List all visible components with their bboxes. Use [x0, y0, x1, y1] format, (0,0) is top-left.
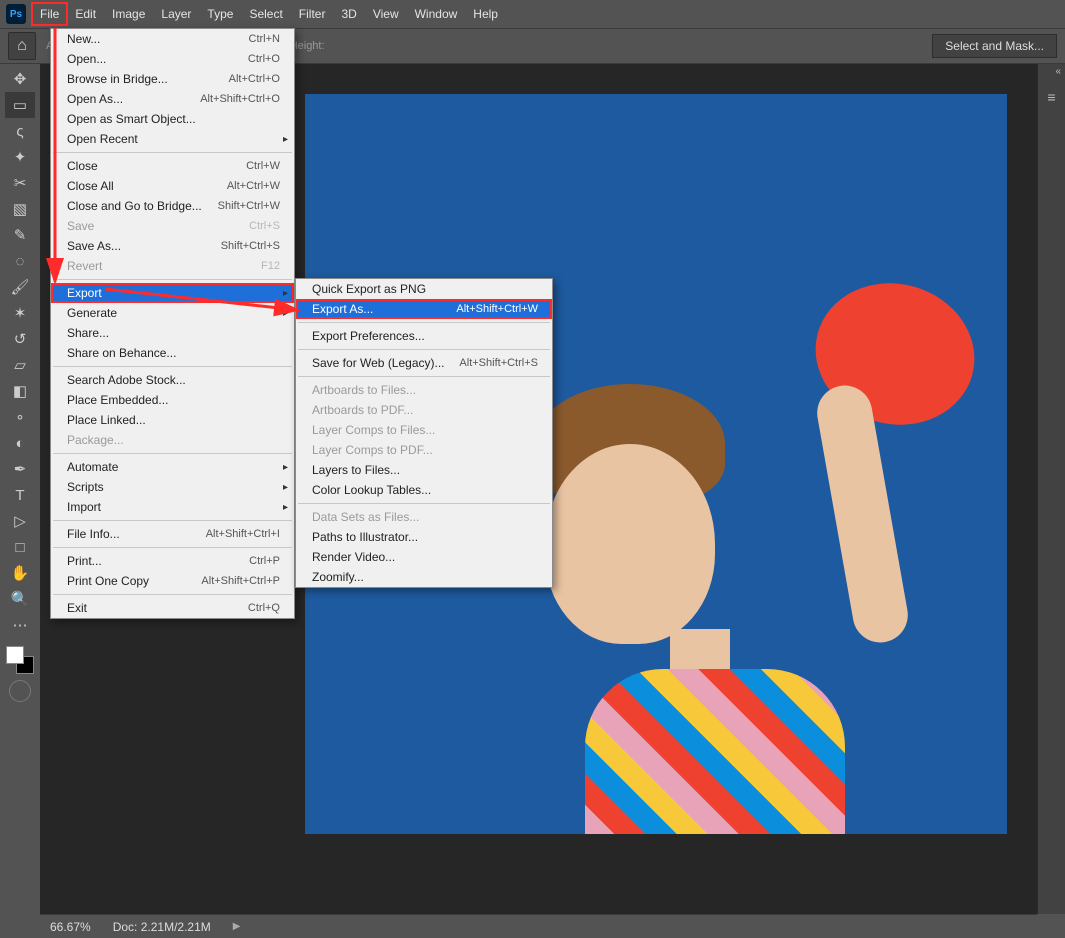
tool-brush[interactable]: 🖌: [5, 274, 35, 300]
tool-magic-wand[interactable]: ✦: [5, 144, 35, 170]
export-menu-item-data-sets-as-files: Data Sets as Files...: [296, 507, 552, 527]
file-menu-item-revert: RevertF12: [51, 256, 294, 276]
file-menu-item-import[interactable]: Import: [51, 497, 294, 517]
tool-gradient[interactable]: ◧: [5, 378, 35, 404]
file-menu-item-export[interactable]: Export: [51, 283, 294, 303]
color-swatches[interactable]: [6, 646, 34, 674]
tool-frame[interactable]: ▧: [5, 196, 35, 222]
right-panel-collapsed: « ≡: [1037, 64, 1065, 914]
export-menu-item-artboards-to-files: Artboards to Files...: [296, 380, 552, 400]
file-menu-item-automate[interactable]: Automate: [51, 457, 294, 477]
file-menu-item-print[interactable]: Print...Ctrl+P: [51, 551, 294, 571]
file-menu-item-search-adobe-stock[interactable]: Search Adobe Stock...: [51, 370, 294, 390]
file-menu-item-save: SaveCtrl+S: [51, 216, 294, 236]
export-menu-item-export-preferences[interactable]: Export Preferences...: [296, 326, 552, 346]
file-menu-item-package: Package...: [51, 430, 294, 450]
file-menu-item-share-on-behance[interactable]: Share on Behance...: [51, 343, 294, 363]
export-menu-item-quick-export-as-png[interactable]: Quick Export as PNG: [296, 279, 552, 299]
menu-filter[interactable]: Filter: [291, 3, 334, 25]
select-and-mask-button[interactable]: Select and Mask...: [932, 34, 1057, 58]
tools-panel: ✥▭ς✦✂▧✎◌🖌✶↺▱◧∘◐✒T▷□✋🔍⋯: [0, 64, 40, 704]
export-submenu: Quick Export as PNGExport As...Alt+Shift…: [295, 278, 553, 588]
tool-path-select[interactable]: ▷: [5, 508, 35, 534]
menu-3d[interactable]: 3D: [333, 3, 364, 25]
tool-spot-heal[interactable]: ◌: [5, 248, 35, 274]
export-menu-item-save-for-web-legacy[interactable]: Save for Web (Legacy)...Alt+Shift+Ctrl+S: [296, 353, 552, 373]
file-menu-item-print-one-copy[interactable]: Print One CopyAlt+Shift+Ctrl+P: [51, 571, 294, 591]
menu-file[interactable]: File: [32, 3, 67, 25]
export-menu-item-export-as[interactable]: Export As...Alt+Shift+Ctrl+W: [296, 299, 552, 319]
export-menu-item-layers-to-files[interactable]: Layers to Files...: [296, 460, 552, 480]
status-bar: 66.67% Doc: 2.21M/2.21M ▶: [40, 914, 1037, 938]
file-menu-item-browse-in-bridge[interactable]: Browse in Bridge...Alt+Ctrl+O: [51, 69, 294, 89]
tool-hand[interactable]: ✋: [5, 560, 35, 586]
file-menu-item-save-as[interactable]: Save As...Shift+Ctrl+S: [51, 236, 294, 256]
tool-eyedropper[interactable]: ✎: [5, 222, 35, 248]
tool-move[interactable]: ✥: [5, 66, 35, 92]
menu-image[interactable]: Image: [104, 3, 153, 25]
app-logo: Ps: [6, 4, 26, 24]
zoom-level[interactable]: 66.67%: [50, 920, 91, 934]
tool-rectangle[interactable]: □: [5, 534, 35, 560]
menu-select[interactable]: Select: [241, 3, 290, 25]
panel-icon[interactable]: ≡: [1038, 89, 1065, 105]
tool-type[interactable]: T: [5, 482, 35, 508]
tool-rect-marquee[interactable]: ▭: [5, 92, 35, 118]
file-menu-item-open[interactable]: Open...Ctrl+O: [51, 49, 294, 69]
tool-pen[interactable]: ✒: [5, 456, 35, 482]
doc-size: Doc: 2.21M/2.21M: [113, 920, 211, 934]
export-menu-item-color-lookup-tables[interactable]: Color Lookup Tables...: [296, 480, 552, 500]
menu-bar: Ps FileEditImageLayerTypeSelectFilter3DV…: [0, 0, 1065, 28]
export-menu-item-render-video[interactable]: Render Video...: [296, 547, 552, 567]
export-menu-item-layer-comps-to-pdf: Layer Comps to PDF...: [296, 440, 552, 460]
tool-blur[interactable]: ∘: [5, 404, 35, 430]
edit-mode-toggle[interactable]: [9, 680, 31, 702]
file-menu-item-close[interactable]: CloseCtrl+W: [51, 156, 294, 176]
menu-layer[interactable]: Layer: [153, 3, 199, 25]
file-menu-item-open-recent[interactable]: Open Recent: [51, 129, 294, 149]
export-menu-item-zoomify[interactable]: Zoomify...: [296, 567, 552, 587]
file-menu-item-scripts[interactable]: Scripts: [51, 477, 294, 497]
file-menu-dropdown: New...Ctrl+NOpen...Ctrl+OBrowse in Bridg…: [50, 28, 295, 619]
file-menu-item-place-embedded[interactable]: Place Embedded...: [51, 390, 294, 410]
file-menu-item-generate[interactable]: Generate: [51, 303, 294, 323]
file-menu-item-new[interactable]: New...Ctrl+N: [51, 29, 294, 49]
tool-history-brush[interactable]: ↺: [5, 326, 35, 352]
menu-window[interactable]: Window: [407, 3, 466, 25]
tool-zoom[interactable]: 🔍: [5, 586, 35, 612]
export-menu-item-paths-to-illustrator[interactable]: Paths to Illustrator...: [296, 527, 552, 547]
export-menu-item-artboards-to-pdf: Artboards to PDF...: [296, 400, 552, 420]
tool-dodge[interactable]: ◐: [5, 430, 35, 456]
file-menu-item-share[interactable]: Share...: [51, 323, 294, 343]
home-icon: [17, 37, 27, 55]
tool-lasso[interactable]: ς: [5, 118, 35, 144]
menu-help[interactable]: Help: [465, 3, 506, 25]
menu-view[interactable]: View: [365, 3, 407, 25]
file-menu-item-close-and-go-to-bridge[interactable]: Close and Go to Bridge...Shift+Ctrl+W: [51, 196, 294, 216]
export-menu-item-layer-comps-to-files: Layer Comps to Files...: [296, 420, 552, 440]
panel-collapse-icon[interactable]: «: [1038, 64, 1065, 79]
file-menu-item-open-as-smart-object[interactable]: Open as Smart Object...: [51, 109, 294, 129]
tool-eraser[interactable]: ▱: [5, 352, 35, 378]
file-menu-item-open-as[interactable]: Open As...Alt+Shift+Ctrl+O: [51, 89, 294, 109]
home-button[interactable]: [8, 32, 36, 60]
menu-type[interactable]: Type: [199, 3, 241, 25]
status-arrow-icon[interactable]: ▶: [233, 921, 241, 932]
tool-crop[interactable]: ✂: [5, 170, 35, 196]
tool-clone[interactable]: ✶: [5, 300, 35, 326]
menu-edit[interactable]: Edit: [67, 3, 104, 25]
file-menu-item-close-all[interactable]: Close AllAlt+Ctrl+W: [51, 176, 294, 196]
file-menu-item-place-linked[interactable]: Place Linked...: [51, 410, 294, 430]
file-menu-item-exit[interactable]: ExitCtrl+Q: [51, 598, 294, 618]
file-menu-item-file-info[interactable]: File Info...Alt+Shift+Ctrl+I: [51, 524, 294, 544]
tool-more[interactable]: ⋯: [5, 612, 35, 638]
